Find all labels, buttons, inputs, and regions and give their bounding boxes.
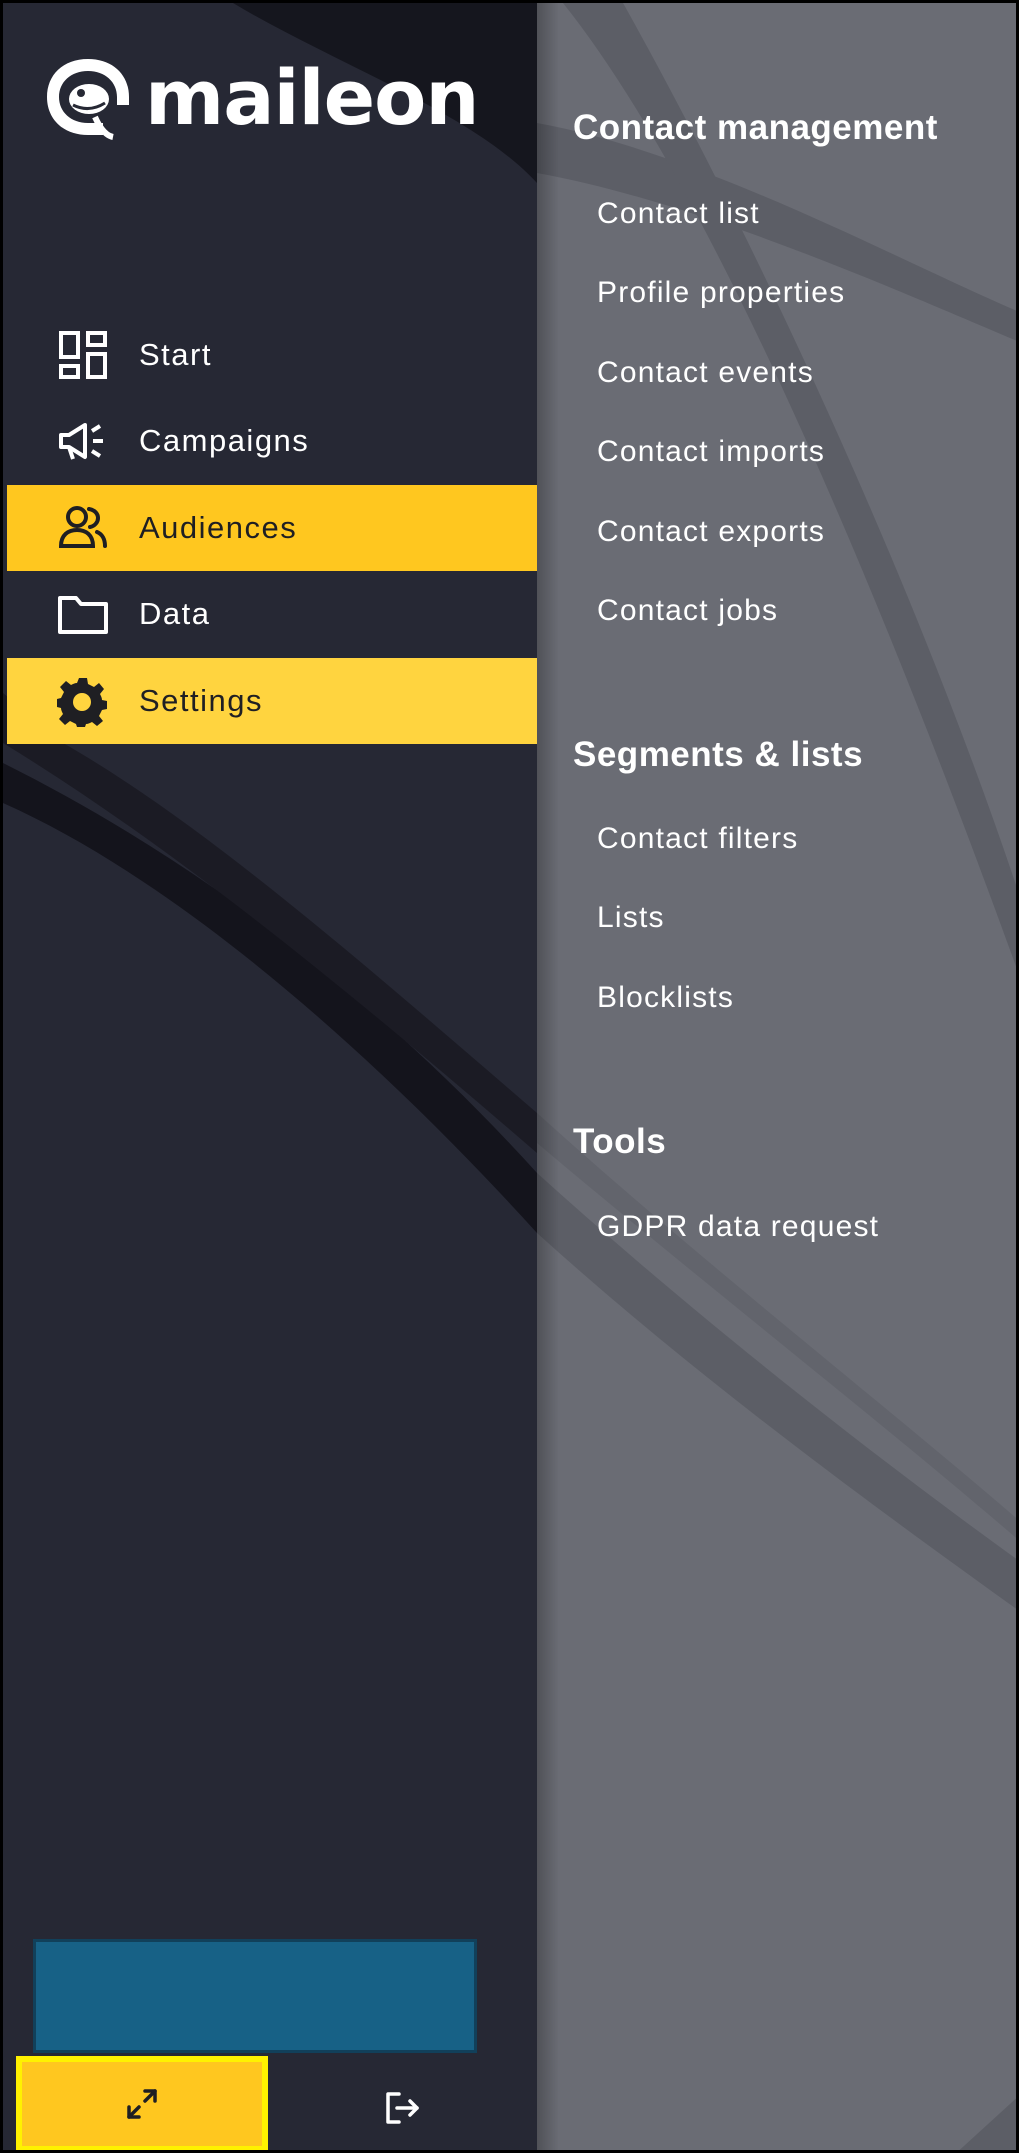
maileon-logo[interactable]: maileon	[43, 53, 479, 143]
logout-button[interactable]	[373, 2083, 433, 2133]
panel-shadow	[537, 3, 559, 2150]
submenu-link-contact-list[interactable]: Contact list	[597, 197, 760, 231]
submenu-link-contact-jobs[interactable]: Contact jobs	[597, 594, 778, 628]
sidebar-item-campaigns[interactable]: Campaigns	[7, 398, 537, 484]
sidebar: maileon Start Campaigns Audiences Data S…	[3, 3, 537, 2150]
panel-background-swoosh	[537, 3, 1016, 2150]
section-title-tools: Tools	[573, 1122, 667, 1161]
megaphone-icon	[55, 413, 111, 469]
people-icon	[55, 500, 111, 556]
sidebar-item-label: Data	[139, 596, 211, 631]
sidebar-item-start[interactable]: Start	[7, 312, 537, 398]
submenu-link-gdpr-data-request[interactable]: GDPR data request	[597, 1210, 879, 1244]
sidebar-item-label: Audiences	[139, 510, 298, 545]
submenu-link-blocklists[interactable]: Blocklists	[597, 981, 734, 1015]
sidebar-item-label: Settings	[139, 683, 264, 718]
submenu-link-profile-properties[interactable]: Profile properties	[597, 276, 845, 310]
submenu-link-contact-imports[interactable]: Contact imports	[597, 435, 825, 469]
sidebar-item-settings[interactable]: Settings	[7, 658, 537, 744]
submenu-link-contact-exports[interactable]: Contact exports	[597, 515, 825, 549]
maileon-chameleon-logo-icon	[47, 59, 129, 140]
submenu-panel	[537, 3, 1016, 2150]
app-window: maileon Start Campaigns Audiences Data S…	[0, 0, 1019, 2153]
sidebar-item-audiences[interactable]: Audiences	[7, 485, 537, 571]
submenu-link-contact-filters[interactable]: Contact filters	[597, 822, 798, 856]
account-info-box[interactable]	[33, 1939, 477, 2053]
logo-wordmark: maileon	[145, 53, 479, 142]
submenu-link-lists[interactable]: Lists	[597, 901, 665, 935]
submenu-link-contact-events[interactable]: Contact events	[597, 356, 814, 390]
folder-icon	[55, 586, 111, 642]
sidebar-item-label: Start	[139, 337, 212, 372]
section-title-contact-management: Contact management	[573, 108, 938, 147]
dashboard-icon	[55, 327, 111, 383]
collapse-arrows-icon	[127, 2089, 157, 2119]
sidebar-item-data[interactable]: Data	[7, 571, 537, 657]
section-title-segments-lists: Segments & lists	[573, 735, 864, 774]
collapse-sidebar-button[interactable]	[16, 2056, 268, 2150]
gear-icon	[55, 673, 111, 729]
logout-icon	[386, 2092, 419, 2124]
sidebar-item-label: Campaigns	[139, 423, 310, 458]
